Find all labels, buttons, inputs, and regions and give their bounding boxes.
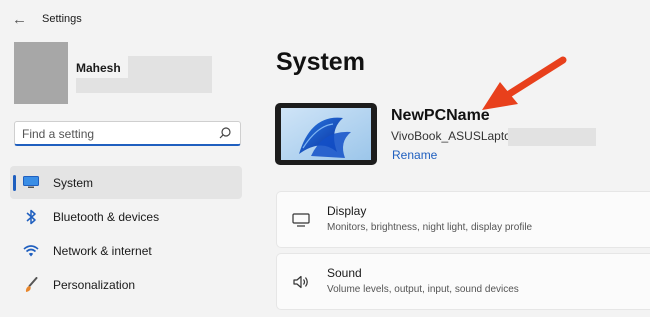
sidebar-item-label: Network & internet: [53, 243, 152, 258]
display-settings-card[interactable]: Display Monitors, brightness, night ligh…: [276, 191, 650, 248]
redacted-model-suffix: [508, 128, 596, 146]
sound-settings-card[interactable]: Sound Volume levels, output, input, soun…: [276, 253, 650, 310]
sidebar-item-personalization[interactable]: Personalization: [10, 268, 242, 301]
redacted-email-block: [76, 78, 212, 93]
sidebar-item-network[interactable]: Network & internet: [10, 234, 242, 267]
page-title: System: [276, 48, 365, 76]
title-bar: ← Settings: [0, 0, 650, 40]
redacted-name-block: [128, 56, 212, 78]
bluetooth-icon: [23, 209, 39, 225]
search-icon[interactable]: [218, 126, 232, 140]
app-title: Settings: [42, 13, 82, 25]
card-description: Monitors, brightness, night light, displ…: [327, 222, 533, 233]
wifi-icon: [23, 243, 39, 259]
sidebar-item-label: Bluetooth & devices: [53, 209, 160, 224]
sidebar-item-label: Personalization: [53, 277, 136, 292]
annotation-arrow: [482, 56, 567, 110]
card-description: Volume levels, output, input, sound devi…: [327, 284, 519, 295]
back-arrow-icon[interactable]: ←: [12, 12, 28, 28]
sidebar-item-label: System: [53, 175, 94, 190]
rename-link[interactable]: Rename: [392, 148, 437, 162]
device-model: VivoBook_ASUSLaptop: [391, 129, 518, 143]
settings-window: ← Settings Mahesh System: [0, 0, 650, 317]
search-input[interactable]: [22, 126, 212, 141]
card-title: Display: [327, 204, 367, 218]
brush-icon: [23, 276, 39, 293]
account-name: Mahesh: [76, 61, 121, 75]
device-wallpaper-thumbnail: [275, 103, 377, 165]
sidebar-item-bluetooth[interactable]: Bluetooth & devices: [10, 200, 242, 233]
display-icon: [292, 212, 310, 228]
avatar[interactable]: [14, 42, 68, 104]
sidebar-nav: System Bluetooth & devices Network & int…: [10, 166, 242, 302]
sidebar-item-system[interactable]: System: [10, 166, 242, 199]
monitor-icon: [23, 175, 39, 191]
search-box[interactable]: [14, 121, 241, 146]
active-indicator: [13, 175, 16, 191]
speaker-icon: [292, 274, 310, 290]
card-title: Sound: [327, 266, 362, 280]
